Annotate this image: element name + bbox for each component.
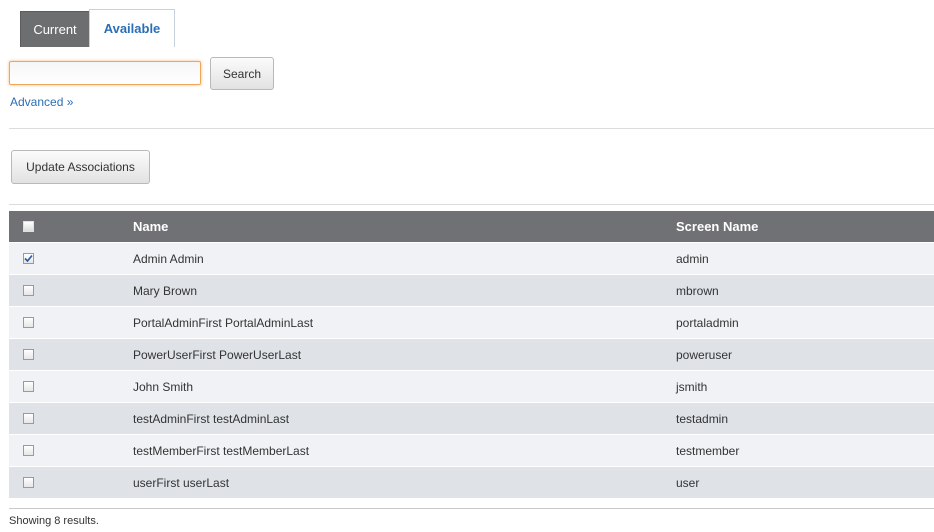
cell-screen-name: mbrown xyxy=(676,283,719,298)
cell-screen-name: jsmith xyxy=(676,379,708,394)
cell-screen-name: testadmin xyxy=(676,411,729,426)
cell-name: userFirst userLast xyxy=(133,475,230,490)
table-header-row: Name Screen Name xyxy=(9,211,934,243)
cell-screen-name: poweruser xyxy=(676,347,733,362)
table-row[interactable]: PowerUserFirst PowerUserLast poweruser xyxy=(9,339,934,371)
row-checkbox[interactable] xyxy=(23,349,34,360)
column-header-screen-name[interactable]: Screen Name xyxy=(676,211,758,242)
table-row[interactable]: userFirst userLast user xyxy=(9,467,934,499)
table-bottom-border xyxy=(9,508,934,509)
table-row[interactable]: Admin Admin admin xyxy=(9,243,934,275)
row-checkbox[interactable] xyxy=(23,253,34,264)
tab-available[interactable]: Available xyxy=(89,9,175,47)
row-checkbox[interactable] xyxy=(23,477,34,488)
cell-name: PortalAdminFirst PortalAdminLast xyxy=(133,315,314,330)
cell-screen-name: user xyxy=(676,475,700,490)
row-checkbox[interactable] xyxy=(23,445,34,456)
results-count: Showing 8 results. xyxy=(9,515,99,527)
row-checkbox[interactable] xyxy=(23,317,34,328)
table-row[interactable]: testAdminFirst testAdminLast testadmin xyxy=(9,403,934,435)
search-button[interactable]: Search xyxy=(210,57,274,90)
users-table: Name Screen Name Admin Admin admin Mary Br… xyxy=(9,211,934,499)
advanced-search-link[interactable]: Advanced » xyxy=(10,95,73,109)
row-checkbox[interactable] xyxy=(23,413,34,424)
tab-bar: Current Available xyxy=(20,9,175,47)
cell-screen-name: admin xyxy=(676,251,709,266)
cell-name: Admin Admin xyxy=(133,251,204,266)
search-input[interactable] xyxy=(9,61,201,85)
cell-screen-name: portaladmin xyxy=(676,315,739,330)
checkmark-icon xyxy=(24,254,33,263)
row-checkbox[interactable] xyxy=(23,285,34,296)
cell-name: testMemberFirst testMemberLast xyxy=(133,443,310,458)
divider xyxy=(9,128,934,129)
table-row[interactable]: testMemberFirst testMemberLast testmember xyxy=(9,435,934,467)
select-all-checkbox[interactable] xyxy=(23,221,34,232)
divider xyxy=(9,204,934,205)
column-header-name[interactable]: Name xyxy=(133,211,168,242)
cell-name: testAdminFirst testAdminLast xyxy=(133,411,290,426)
row-checkbox[interactable] xyxy=(23,381,34,392)
update-associations-button[interactable]: Update Associations xyxy=(11,150,150,184)
cell-name: PowerUserFirst PowerUserLast xyxy=(133,347,302,362)
cell-screen-name: testmember xyxy=(676,443,740,458)
tab-current[interactable]: Current xyxy=(20,11,89,47)
table-row[interactable]: PortalAdminFirst PortalAdminLast portalad… xyxy=(9,307,934,339)
table-row[interactable]: John Smith jsmith xyxy=(9,371,934,403)
table-row[interactable]: Mary Brown mbrown xyxy=(9,275,934,307)
cell-name: John Smith xyxy=(133,379,194,394)
table-body: Admin Admin admin Mary Brown mbrown PortalAd… xyxy=(9,243,934,499)
cell-name: Mary Brown xyxy=(133,283,198,298)
